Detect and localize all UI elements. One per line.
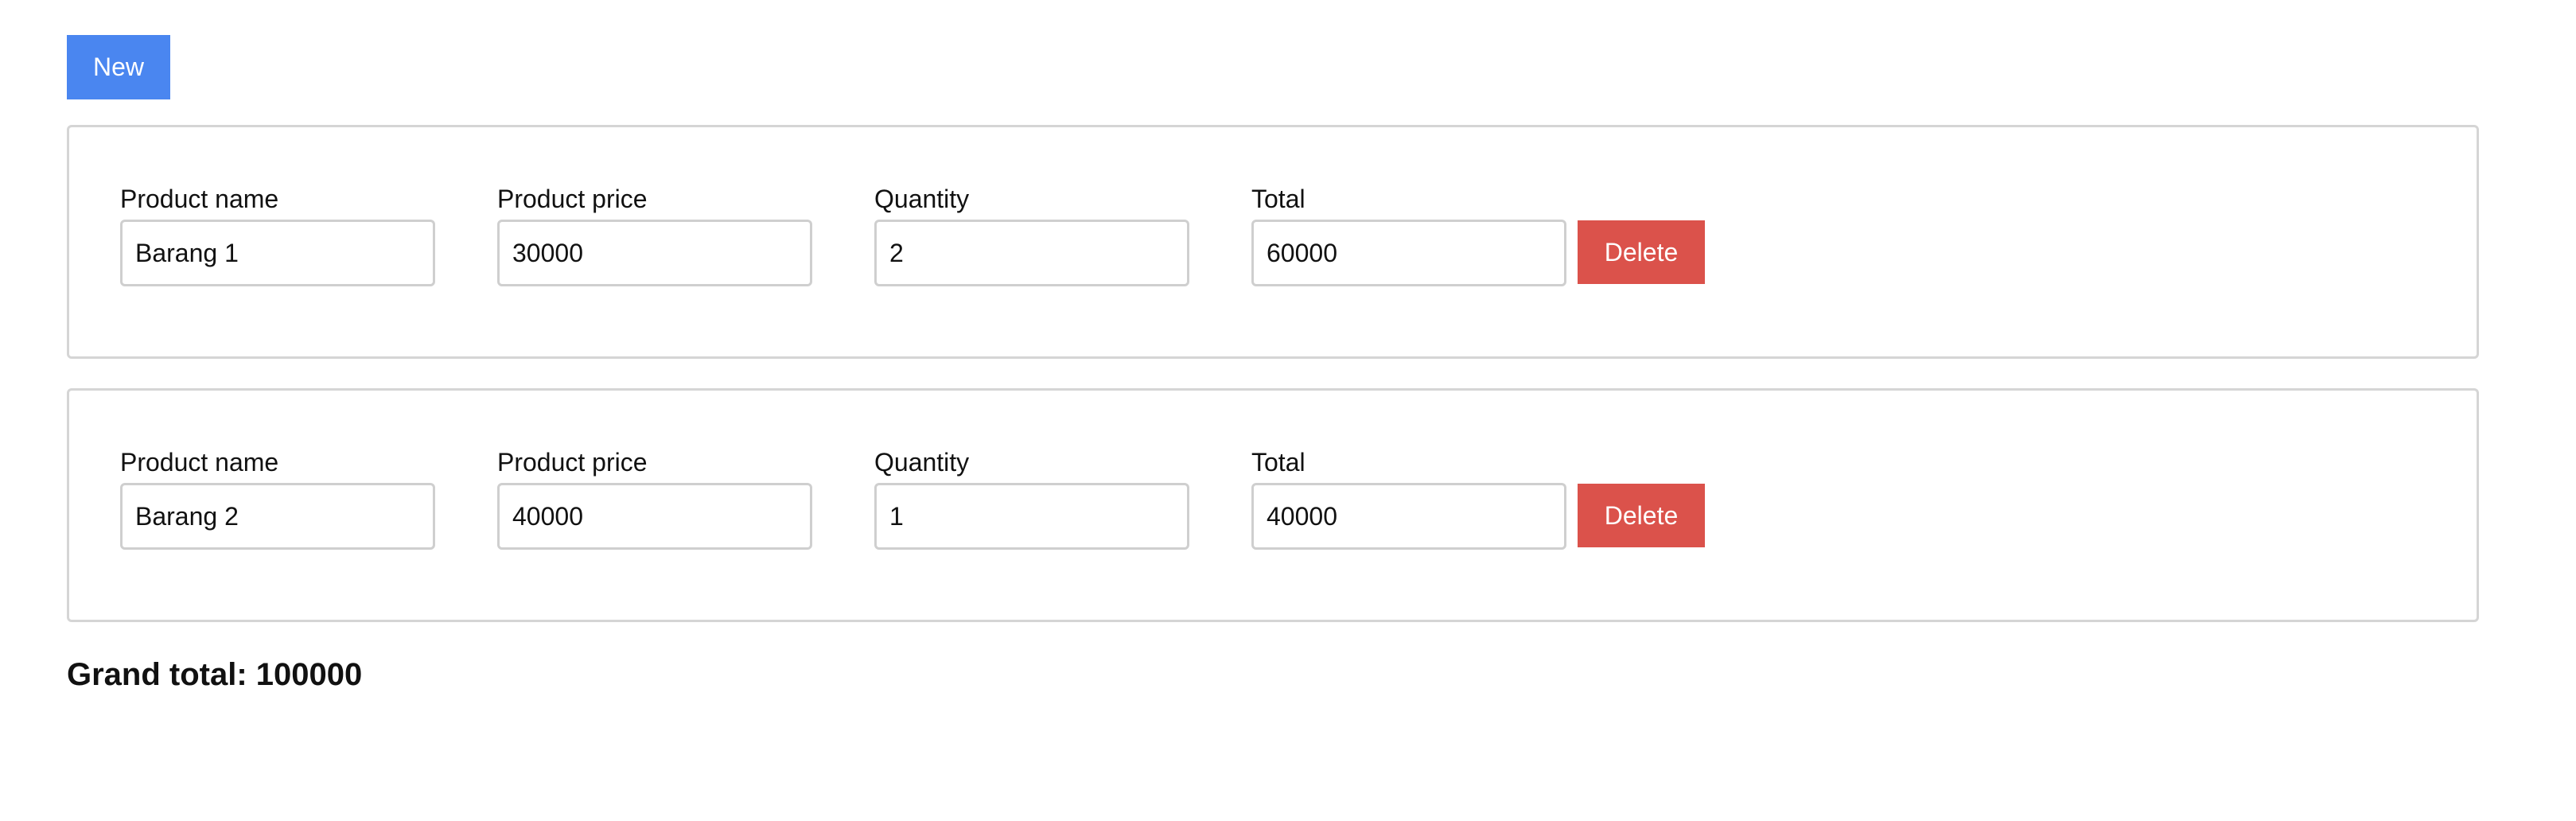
product-name-input[interactable]: [120, 483, 435, 550]
new-item-button[interactable]: New: [67, 35, 170, 99]
quantity-label: Quantity: [874, 448, 970, 477]
product-price-input[interactable]: [497, 483, 812, 550]
total-label: Total: [1251, 448, 1306, 477]
product-name-label: Product name: [120, 185, 279, 213]
grand-total: Grand total: 100000: [67, 657, 363, 692]
total-field-group: Total: [1251, 183, 1566, 286]
total-label: Total: [1251, 185, 1306, 213]
product-price-field-group: Product price: [497, 446, 812, 550]
total-input[interactable]: [1251, 483, 1566, 550]
product-name-input[interactable]: [120, 220, 435, 286]
quantity-field-group: Quantity: [874, 183, 1189, 286]
product-price-label: Product price: [497, 448, 648, 477]
quantity-input[interactable]: [874, 483, 1189, 550]
quantity-label: Quantity: [874, 185, 970, 213]
total-field-group: Total: [1251, 446, 1566, 550]
quantity-input[interactable]: [874, 220, 1189, 286]
quantity-field-group: Quantity: [874, 446, 1189, 550]
item-card: Product name Product price Quantity Tota…: [67, 388, 2479, 622]
total-input[interactable]: [1251, 220, 1566, 286]
product-price-input[interactable]: [497, 220, 812, 286]
delete-button[interactable]: Delete: [1578, 220, 1705, 284]
product-price-label: Product price: [497, 185, 648, 213]
product-name-field-group: Product name: [120, 446, 435, 550]
product-price-field-group: Product price: [497, 183, 812, 286]
product-name-field-group: Product name: [120, 183, 435, 286]
item-card: Product name Product price Quantity Tota…: [67, 125, 2479, 359]
page: New Product name Product price Quantity …: [0, 0, 2576, 821]
product-name-label: Product name: [120, 448, 279, 477]
delete-button[interactable]: Delete: [1578, 484, 1705, 547]
